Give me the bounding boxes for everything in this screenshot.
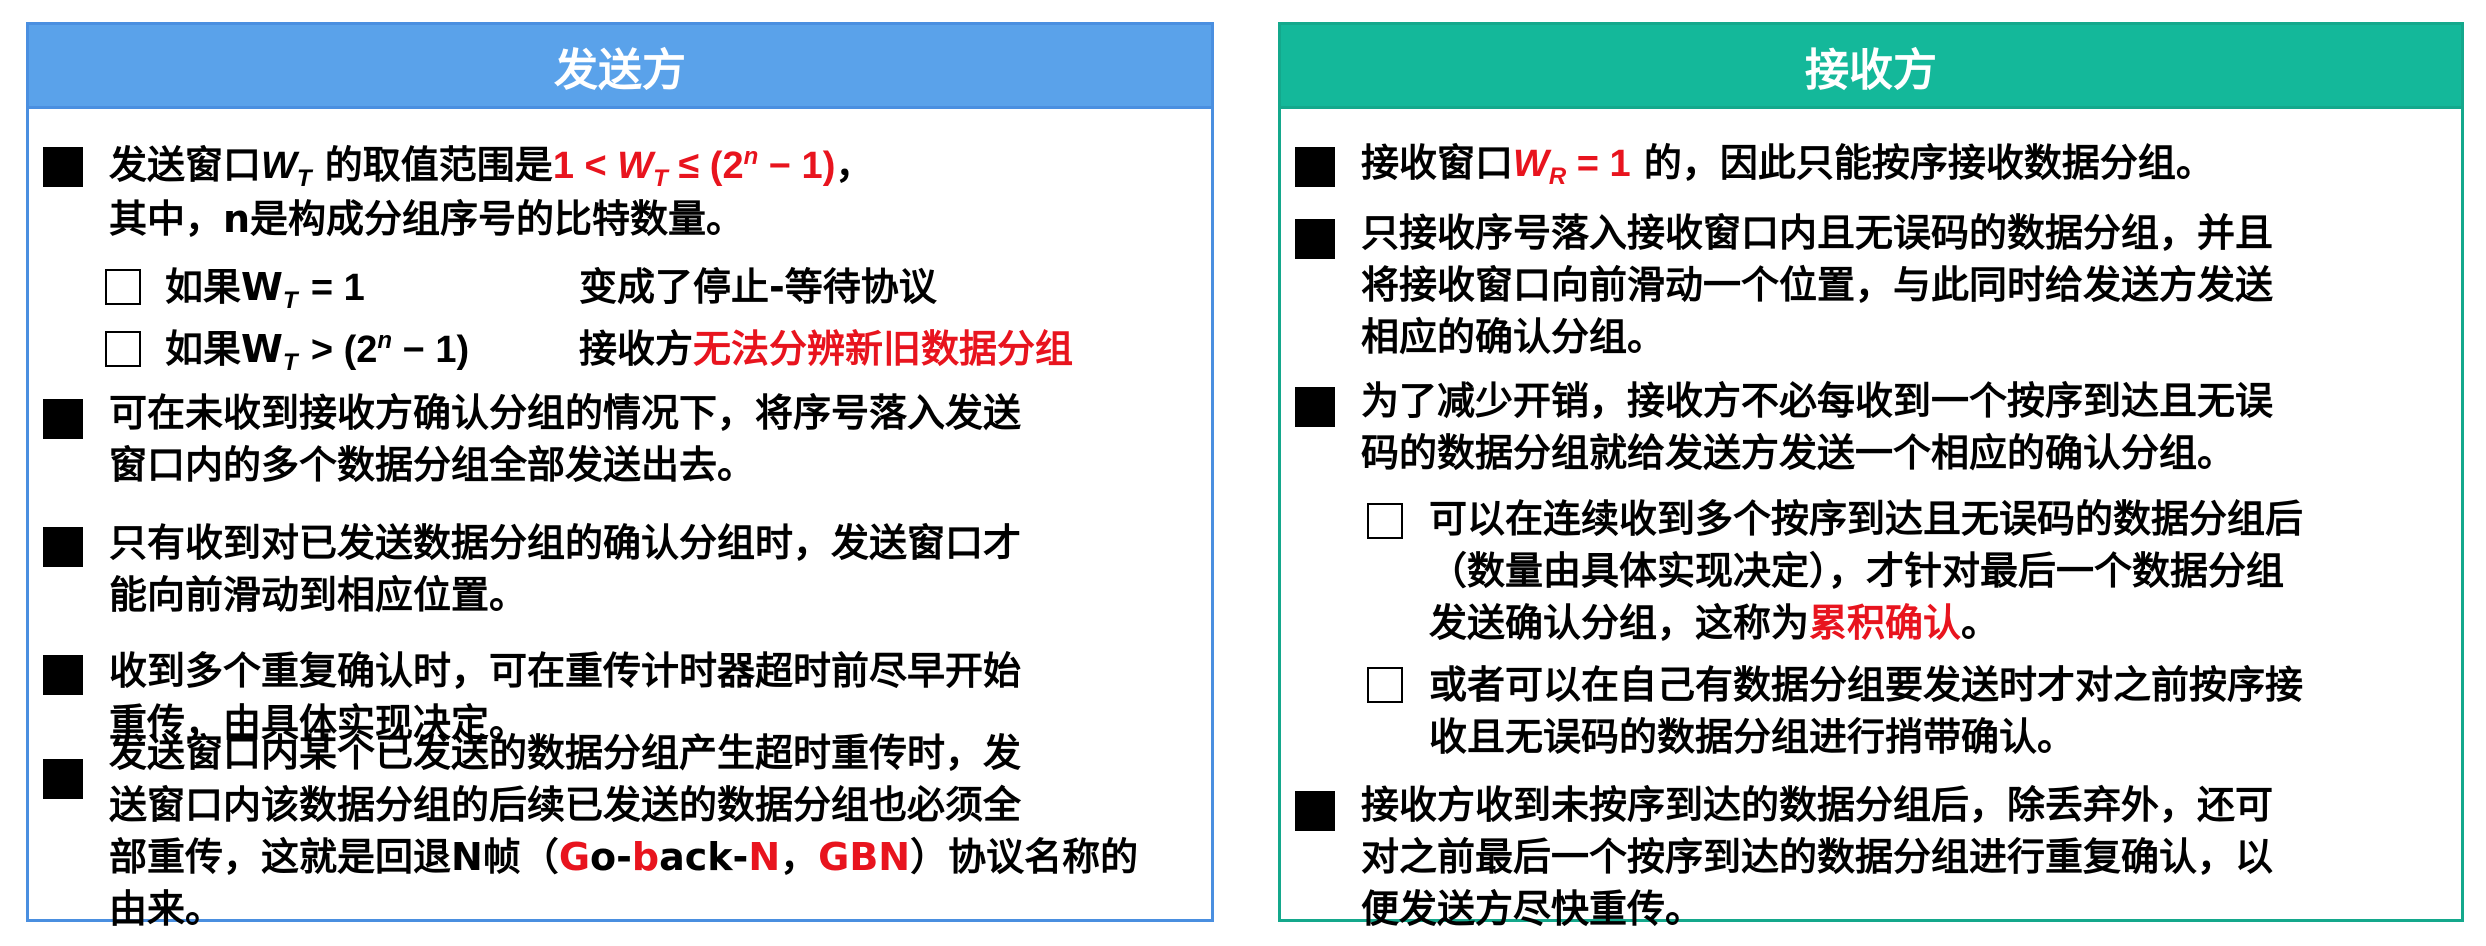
sender-window-range: 发送窗口WT 的取值范围是1 < WT ≤ (2n − 1)， [109, 143, 874, 192]
bullet-square [43, 147, 83, 187]
sender-item-2-line-1: 可在未收到接收方确认分组的情况下，将序号落入发送 [109, 391, 1022, 435]
bullet-square [43, 655, 83, 695]
bullet-square [1295, 147, 1335, 187]
bullet-square [1295, 219, 1335, 259]
receiver-item-4-line-3: 便发送方尽快重传。 [1361, 887, 1704, 931]
sender-item-5-line-4: 由来。 [109, 887, 224, 931]
receiver-item-3-line-2: 码的数据分组就给发送方发送一个相应的确认分组。 [1361, 431, 2236, 475]
receiver-item-2-line-3: 相应的确认分组。 [1361, 315, 1666, 359]
bullet-square [43, 399, 83, 439]
bullet-square [1295, 791, 1335, 831]
sender-condition-2: 如果WT > (2n − 1) [165, 327, 470, 376]
checkbox-icon [105, 269, 141, 305]
sender-item-3-line-2: 能向前滑动到相应位置。 [109, 573, 528, 617]
sender-item-2-line-2: 窗口内的多个数据分组全部发送出去。 [109, 443, 756, 487]
receiver-sub-1-line-3: 发送确认分组，这称为累积确认。 [1429, 601, 2000, 645]
receiver-item-4-line-1: 接收方收到未按序到达的数据分组后，除丢弃外，还可 [1361, 783, 2274, 827]
checkbox-icon [1367, 503, 1403, 539]
receiver-item-2-line-2: 将接收窗口向前滑动一个位置，与此同时给发送方发送 [1361, 263, 2274, 307]
sender-item-4-line-1: 收到多个重复确认时，可在重传计时器超时前尽早开始 [109, 649, 1022, 693]
receiver-header: 接收方 [1281, 25, 2461, 109]
receiver-window-size: 接收窗口WR = 1 的，因此只能按序接收数据分组。 [1361, 141, 2214, 190]
bullet-square [43, 759, 83, 799]
sender-item-5-line-2: 送窗口内该数据分组的后续已发送的数据分组也必须全 [109, 783, 1022, 827]
receiver-sub-2-line-1: 或者可以在自己有数据分组要发送时才对之前按序接 [1429, 663, 2304, 707]
sender-item-5-line-3: 部重传，这就是回退N帧（Go-back-N，GBN）协议名称的 [109, 835, 1139, 879]
sender-result-1: 变成了停止-等待协议 [579, 265, 937, 309]
bullet-square [1295, 387, 1335, 427]
receiver-panel: 接收方 接收窗口WR = 1 的，因此只能按序接收数据分组。 只接收序号落入接收… [1278, 22, 2464, 931]
receiver-sub-2-line-2: 收且无误码的数据分组进行捎带确认。 [1429, 715, 2076, 759]
sender-panel: 发送方 发送窗口WT 的取值范围是1 < WT ≤ (2n − 1)， 其中，n… [26, 22, 1214, 931]
receiver-sub-1-line-2: （数量由具体实现决定），才针对最后一个数据分组 [1429, 549, 2285, 593]
receiver-item-4-line-2: 对之前最后一个按序到达的数据分组进行重复确认，以 [1361, 835, 2274, 879]
checkbox-icon [105, 331, 141, 367]
receiver-item-3-line-1: 为了减少开销，接收方不必每收到一个按序到达且无误 [1361, 379, 2274, 423]
sender-header: 发送方 [29, 25, 1211, 109]
sender-window-note: 其中，n是构成分组序号的比特数量。 [109, 197, 745, 241]
sender-result-2: 接收方无法分辨新旧数据分组 [579, 327, 1074, 371]
bullet-square [43, 527, 83, 567]
sender-item-3-line-1: 只有收到对已发送数据分组的确认分组时，发送窗口才 [109, 521, 1022, 565]
sender-item-5-line-1: 发送窗口内某个已发送的数据分组产生超时重传时，发 [109, 731, 1022, 775]
receiver-item-2-line-1: 只接收序号落入接收窗口内且无误码的数据分组，并且 [1361, 211, 2274, 255]
sender-condition-1: 如果WT = 1 [165, 265, 365, 314]
receiver-sub-1-line-1: 可以在连续收到多个按序到达且无误码的数据分组后 [1429, 497, 2304, 541]
checkbox-icon [1367, 667, 1403, 703]
